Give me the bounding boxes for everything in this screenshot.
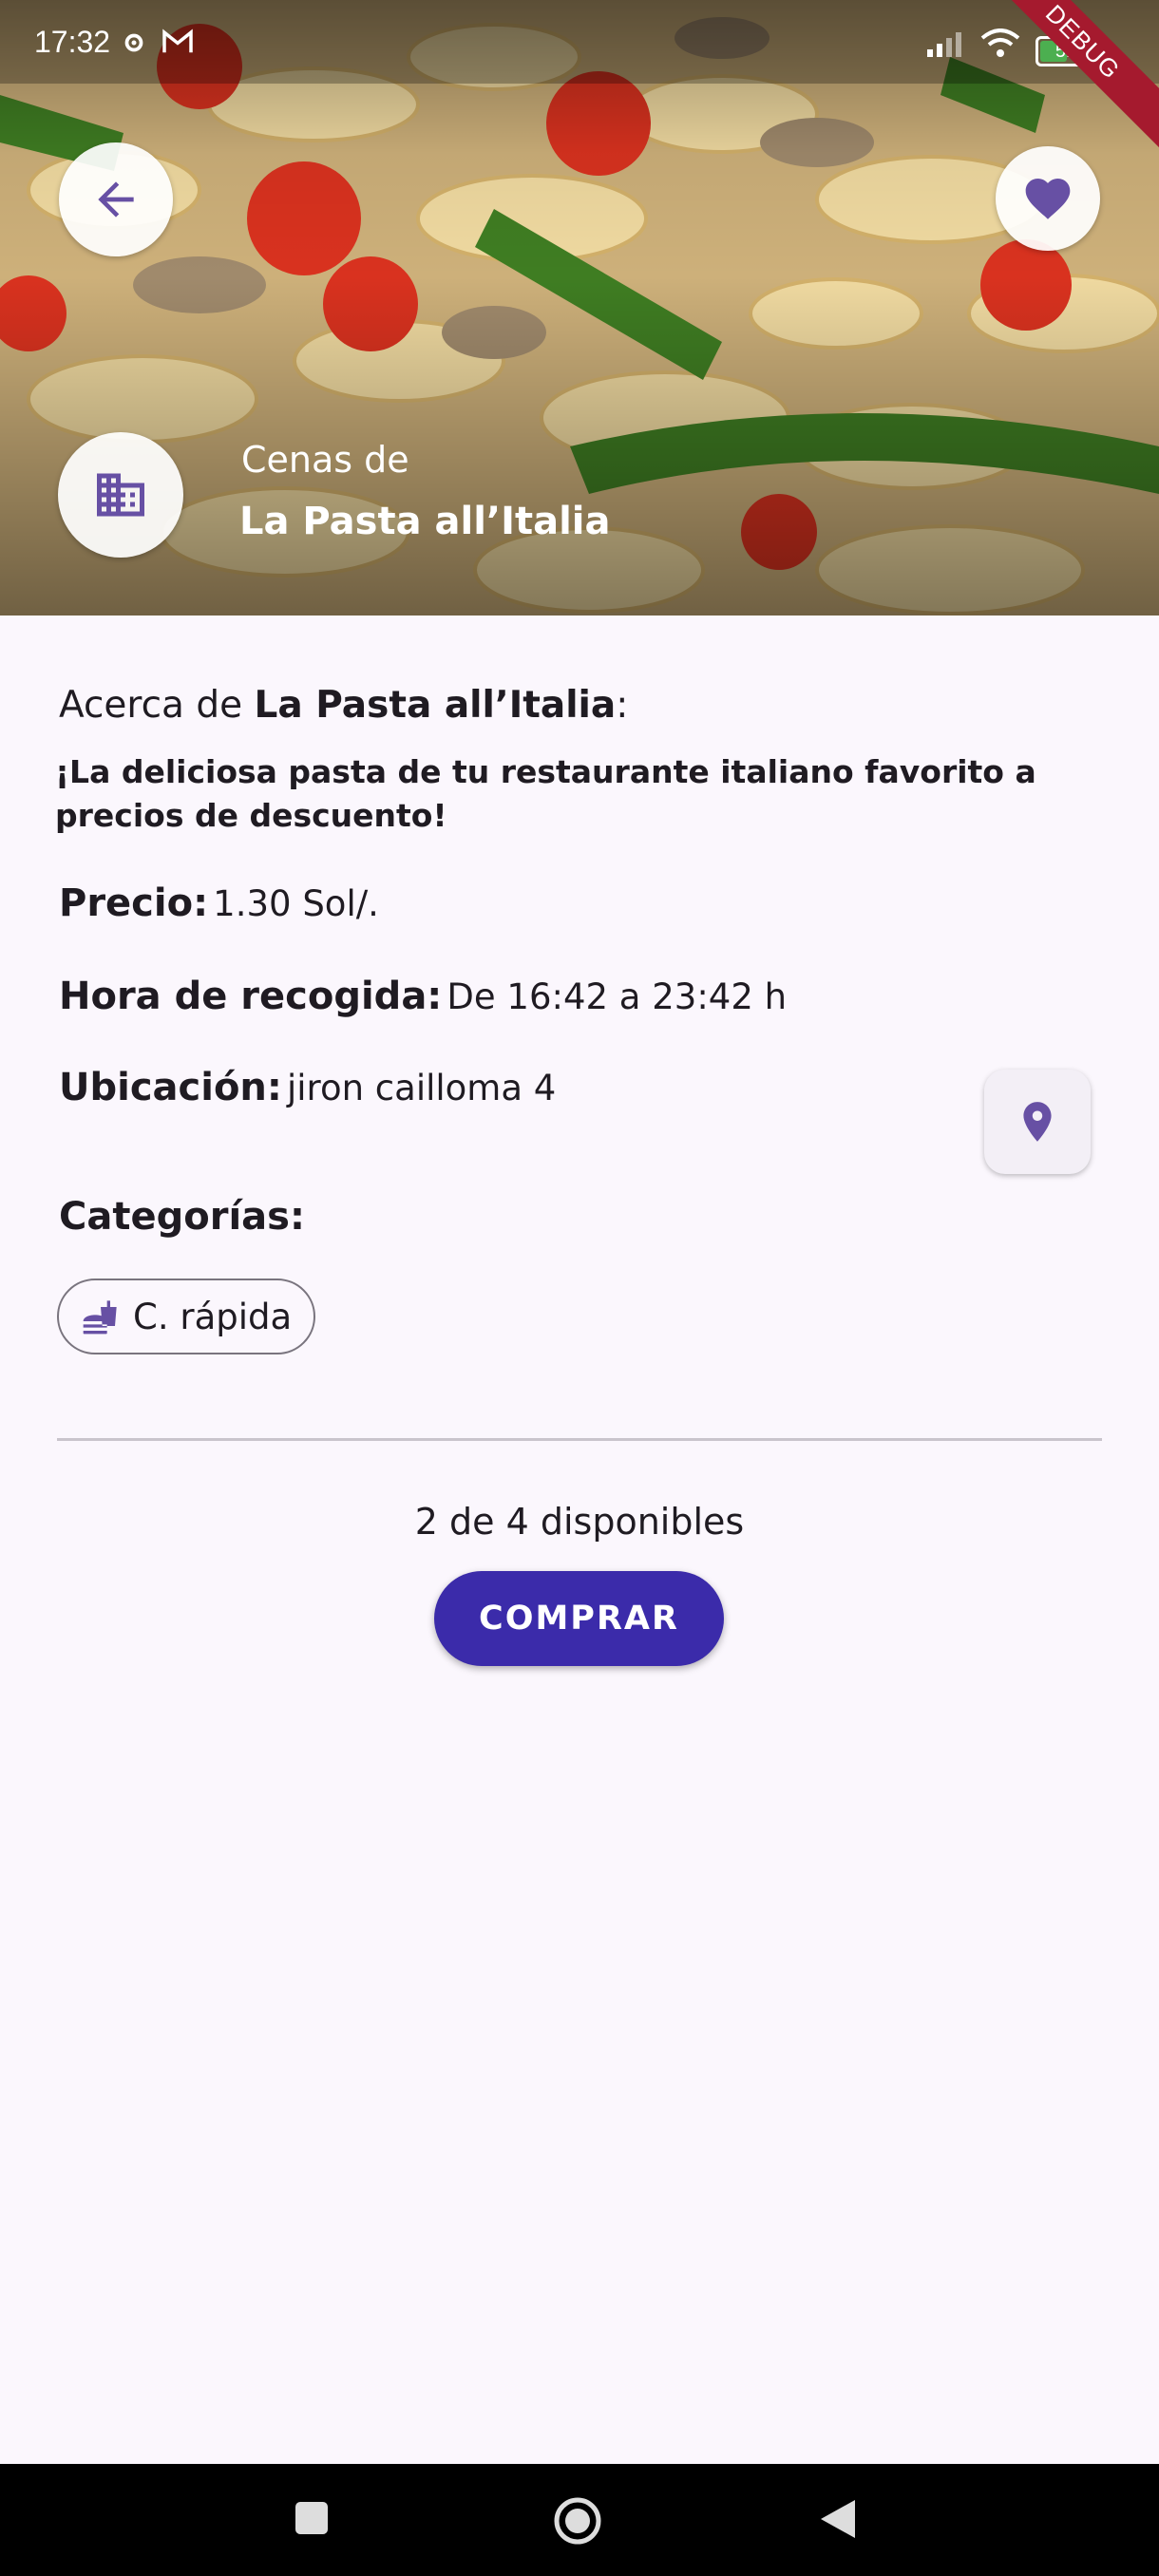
- pickup-row: Hora de recogida: De 16:42 a 23:42 h: [59, 975, 787, 1018]
- pickup-value: De 16:42 a 23:42 h: [446, 976, 788, 1017]
- about-store-name: La Pasta all’Italia: [254, 684, 617, 727]
- category-chip-label: C. rápida: [133, 1296, 293, 1337]
- wifi-icon: [980, 28, 1020, 57]
- category-chip[interactable]: C. rápida: [57, 1279, 315, 1354]
- map-location-button[interactable]: [984, 1070, 1091, 1174]
- availability-text: 2 de 4 disponibles: [414, 1501, 745, 1543]
- about-suffix: :: [616, 684, 629, 727]
- fastfood-icon: [83, 1300, 117, 1335]
- price-row: Precio: 1.30 Sol/.: [59, 881, 379, 925]
- building-icon: [97, 473, 144, 517]
- price-value: 1.30 Sol/.: [213, 883, 379, 924]
- divider: [57, 1438, 1102, 1441]
- home-button[interactable]: [553, 2496, 602, 2546]
- categories-label: Categorías:: [59, 1195, 305, 1239]
- hero-image: 17:32 51 DEBUG Cenas de La Pasta all’Ita…: [0, 0, 1159, 616]
- pickup-label: Hora de recogida:: [59, 975, 443, 1018]
- store-avatar: [58, 432, 183, 558]
- hero-subtitle: Cenas de: [241, 439, 409, 481]
- back-button[interactable]: [59, 142, 173, 256]
- arrow-back-icon: [98, 181, 134, 218]
- recents-button[interactable]: [294, 2500, 330, 2536]
- offer-description: ¡La deliciosa pasta de tu restaurante it…: [55, 753, 1036, 834]
- price-label: Precio:: [59, 881, 209, 925]
- buy-button[interactable]: COMPRAR: [434, 1571, 724, 1666]
- about-prefix: Acerca de: [59, 684, 255, 727]
- status-bar: 17:32 51: [0, 0, 1159, 84]
- system-nav-bar: [0, 2464, 1159, 2576]
- location-value: jiron cailloma 4: [287, 1068, 557, 1108]
- location-label: Ubicación:: [59, 1066, 282, 1109]
- status-time: 17:32: [34, 25, 111, 59]
- heart-icon: [1025, 179, 1071, 219]
- location-row: Ubicación: jiron cailloma 4: [59, 1066, 556, 1109]
- about-heading: Acerca de La Pasta all’Italia:: [59, 684, 628, 727]
- location-pin-icon: [1023, 1102, 1052, 1142]
- settings-icon: [124, 33, 143, 52]
- gmail-icon: [162, 28, 193, 53]
- signal-icon: [927, 32, 961, 57]
- hero-title: La Pasta all’Italia: [239, 500, 611, 543]
- favorite-button[interactable]: [996, 146, 1100, 251]
- back-nav-button[interactable]: [819, 2498, 857, 2540]
